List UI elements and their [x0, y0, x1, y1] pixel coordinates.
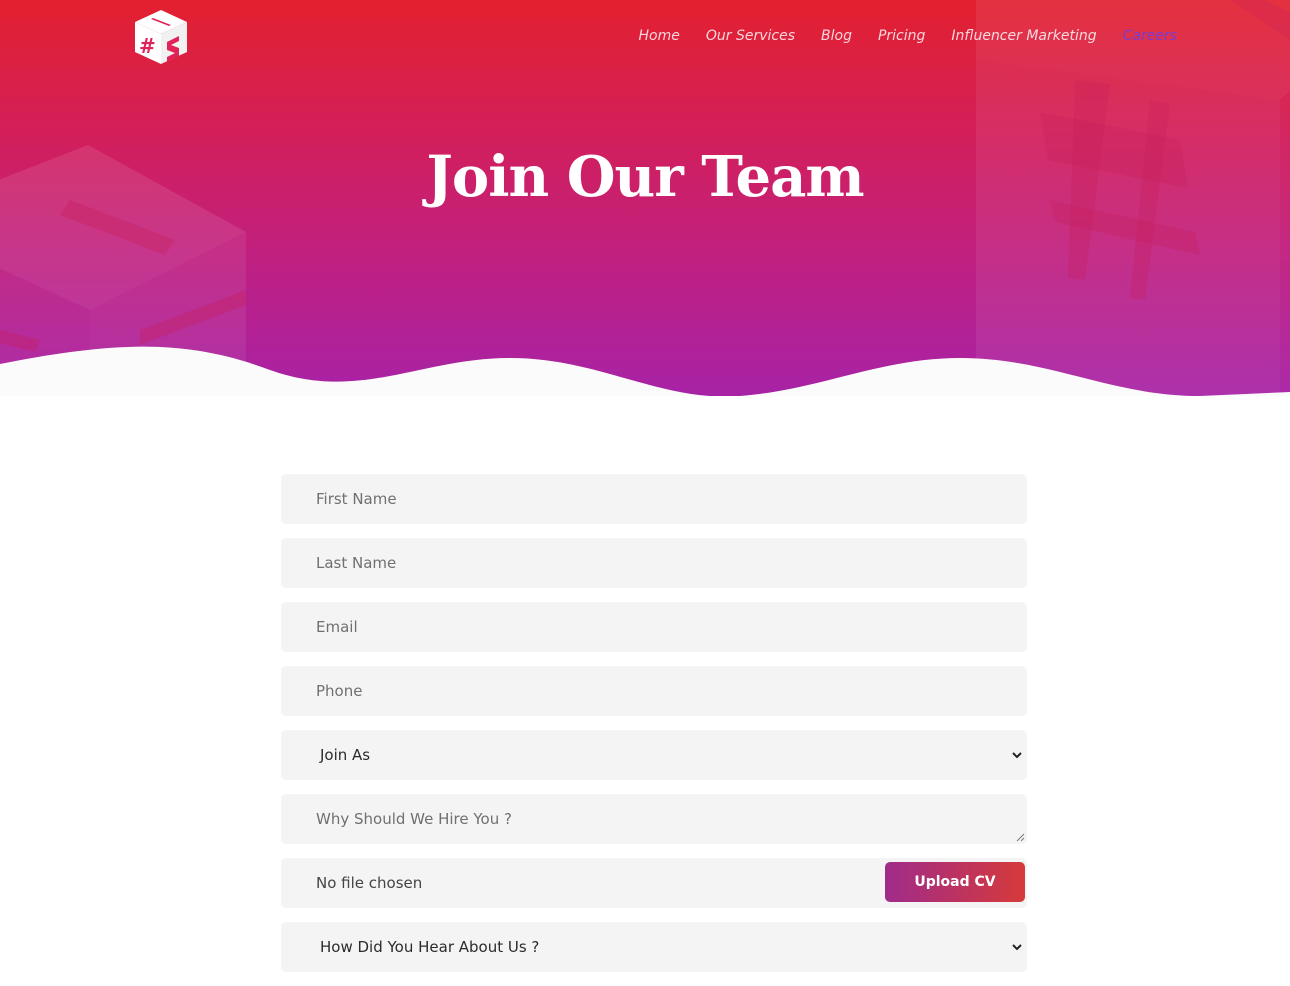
page-title: Join Our Team: [426, 144, 864, 210]
chevron-down-icon: [1012, 944, 1022, 951]
nav-pricing[interactable]: Pricing: [878, 27, 925, 45]
nav-influencer-marketing[interactable]: Influencer Marketing: [951, 27, 1096, 45]
email-field: [281, 602, 1027, 652]
join-as-select[interactable]: Join As: [281, 730, 1027, 780]
nav-blog[interactable]: Blog: [821, 27, 852, 45]
nav-home[interactable]: Home: [639, 27, 680, 45]
brand-logo[interactable]: #: [133, 8, 189, 66]
cv-upload-field: No file chosen Upload CV: [281, 858, 1027, 908]
email-input[interactable]: [316, 602, 996, 652]
nav-careers[interactable]: Careers: [1123, 27, 1177, 45]
main-nav: Home Our Services Blog Pricing Influence…: [613, 27, 1177, 45]
hear-about-select[interactable]: How Did You Hear About Us ?: [281, 922, 1027, 972]
logo-cube-icon: #: [135, 10, 187, 64]
wave-divider: [0, 346, 1290, 396]
hire-reason-textarea[interactable]: [316, 794, 996, 844]
hear-about-value: How Did You Hear About Us ?: [320, 938, 540, 956]
careers-form: Join As No file chosen Upload CV How Did…: [281, 474, 1027, 986]
nav-our-services[interactable]: Our Services: [706, 27, 795, 45]
join-as-value: Join As: [320, 746, 371, 764]
last-name-field: [281, 538, 1027, 588]
phone-field: [281, 666, 1027, 716]
phone-input[interactable]: [316, 666, 996, 716]
upload-cv-button[interactable]: Upload CV: [885, 862, 1025, 902]
first-name-field: [281, 474, 1027, 524]
hire-reason-field: [281, 794, 1027, 844]
logo-hash-text: #: [139, 34, 156, 58]
first-name-input[interactable]: [316, 474, 996, 524]
resize-handle-icon[interactable]: [1016, 833, 1025, 842]
chevron-down-icon: [1012, 752, 1022, 759]
hero-banner: # Home Our Services Blog Pricing Influen…: [0, 0, 1290, 396]
last-name-input[interactable]: [316, 538, 996, 588]
